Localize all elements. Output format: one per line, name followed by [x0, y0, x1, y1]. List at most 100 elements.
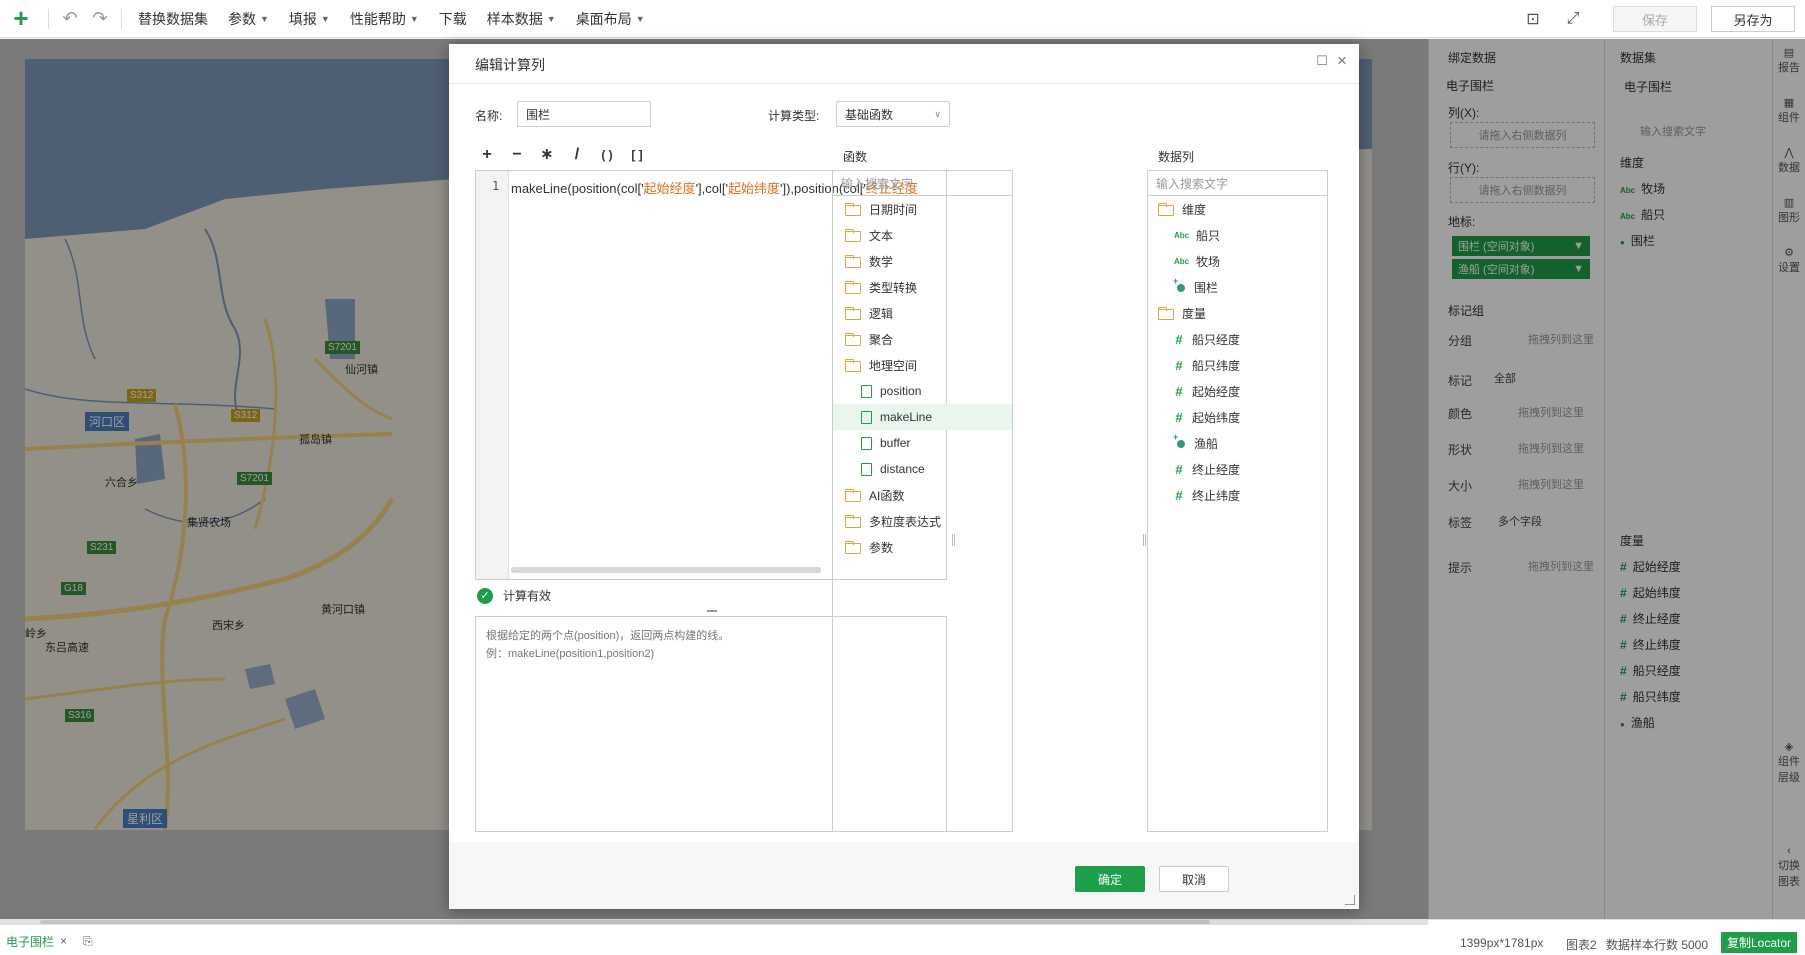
op-multiply-button[interactable]: ∗ [535, 144, 559, 166]
data-measure-item[interactable]: # 船只纬度 [1148, 352, 1327, 378]
data-folder[interactable]: 度量 [1148, 300, 1327, 326]
func-item[interactable]: position [833, 378, 1012, 404]
menu-perf-help[interactable]: 性能帮助 ▼ [340, 0, 429, 38]
function-search-input[interactable]: 输入搜索文字 [832, 170, 1013, 196]
maximize-icon[interactable]: ☐ [1315, 54, 1329, 68]
op-bracket-button[interactable]: [ ] [625, 144, 649, 166]
check-circle-icon: ✓ [477, 587, 493, 604]
function-file-icon [861, 462, 872, 476]
data-measure-item[interactable]: # 起始经度 [1148, 378, 1327, 404]
sheet-tab[interactable]: 电子围栏 × ⎘ [0, 928, 99, 954]
ok-button[interactable]: 确定 [1075, 866, 1145, 892]
func-folder[interactable]: 日期时间 [833, 196, 1012, 222]
undo-icon[interactable]: ↶ [55, 8, 85, 29]
func-folder[interactable]: 类型转换 [833, 274, 1012, 300]
menu-label: 样本数据 [486, 10, 543, 27]
data-item-label: 起始纬度 [1192, 410, 1241, 425]
data-measure-item[interactable]: # 终止经度 [1148, 456, 1327, 482]
menu-fill[interactable]: 填报 ▼ [279, 0, 340, 38]
save-button[interactable]: 保存 [1613, 6, 1697, 32]
copy-locator-button[interactable]: 复制Locator [1720, 932, 1797, 953]
func-folder[interactable]: 数学 [833, 248, 1012, 274]
pane-resizer[interactable] [952, 534, 955, 546]
op-paren-button[interactable]: ( ) [595, 144, 619, 166]
func-folder[interactable]: 文本 [833, 222, 1012, 248]
chevron-down-icon: ▼ [260, 13, 269, 24]
folder-label: 文本 [869, 228, 894, 243]
data-dim-item[interactable]: Abc 牧场 [1148, 248, 1327, 274]
canvas-size: 1399px*1781px [1460, 936, 1544, 950]
split-drag-handle[interactable] [707, 610, 717, 612]
op-plus-button[interactable]: + [475, 144, 499, 166]
data-item-label: 终止纬度 [1192, 488, 1241, 503]
close-icon[interactable]: × [1333, 52, 1351, 70]
op-divide-button[interactable]: / [565, 144, 589, 166]
fullscreen-icon[interactable]: ⤢ [1553, 10, 1593, 28]
calc-type-select[interactable]: 基础函数 ∨ [836, 101, 950, 127]
close-icon[interactable]: × [60, 934, 67, 948]
func-folder[interactable]: 参数 [833, 534, 1012, 560]
data-measure-item[interactable]: # 起始纬度 [1148, 404, 1327, 430]
func-folder[interactable]: 聚合 [833, 326, 1012, 352]
folder-open-icon [1158, 203, 1174, 216]
data-dim-item[interactable]: 围栏 [1148, 274, 1327, 300]
new-sheet-icon[interactable]: ⎘ [83, 934, 93, 949]
scroll-thumb[interactable] [40, 920, 1210, 924]
folder-icon [845, 229, 861, 242]
redo-icon[interactable]: ↷ [85, 8, 115, 29]
number-field-icon: # [1175, 383, 1183, 399]
menu-label: 下载 [438, 10, 467, 27]
name-input[interactable] [517, 101, 651, 127]
func-item[interactable]: buffer [833, 430, 1012, 456]
func-item[interactable]: distance [833, 456, 1012, 482]
toolbar-divider [48, 8, 49, 29]
add-icon[interactable]: + [0, 0, 42, 38]
chevron-down-icon: ▼ [409, 13, 419, 24]
folder-label: 参数 [869, 540, 894, 555]
menu-desktop-layout[interactable]: 桌面布局 ▼ [566, 0, 655, 38]
data-dim-item[interactable]: Abc 船只 [1148, 222, 1327, 248]
number-field-icon: # [1175, 409, 1183, 425]
folder-icon [845, 541, 861, 554]
op-minus-button[interactable]: − [505, 144, 529, 166]
data-measure-item[interactable]: 渔船 [1148, 430, 1327, 456]
chevron-down-icon: ∨ [934, 108, 941, 119]
code-string: 起始经度 [643, 181, 696, 196]
menu-params[interactable]: 参数 ▼ [218, 0, 279, 38]
folder-label: 维度 [1182, 202, 1207, 217]
save-as-button[interactable]: 另存为 [1711, 6, 1795, 32]
data-column-search-input[interactable]: 输入搜索文字 [1147, 170, 1328, 196]
menu-download[interactable]: 下载 [429, 0, 477, 38]
folder-label: 聚合 [869, 332, 894, 347]
folder-open-icon [845, 359, 861, 372]
data-measure-item[interactable]: # 船只经度 [1148, 326, 1327, 352]
editor-hscrollbar[interactable] [511, 567, 821, 573]
folder-label: 度量 [1182, 306, 1207, 321]
preview-icon[interactable]: ⊡ [1513, 9, 1553, 29]
folder-icon [845, 515, 861, 528]
func-folder[interactable]: 逻辑 [833, 300, 1012, 326]
resize-handle-icon[interactable] [1345, 895, 1355, 905]
edit-calc-column-dialog: 编辑计算列 ☐ × 名称: 计算类型: 基础函数 ∨ + − ∗ / ( ) [ … [449, 44, 1359, 909]
menu-label: 替换数据集 [138, 10, 208, 27]
data-item-label: 围栏 [1194, 280, 1219, 295]
folder-label: 地理空间 [869, 358, 918, 373]
data-measure-item[interactable]: # 终止纬度 [1148, 482, 1327, 508]
line-number: 1 [492, 179, 500, 193]
function-file-icon [861, 410, 872, 424]
data-folder[interactable]: 维度 [1148, 196, 1327, 222]
func-folder[interactable]: 多粒度表达式 [833, 508, 1012, 534]
func-folder[interactable]: 地理空间 [833, 352, 1012, 378]
menu-replace-dataset[interactable]: 替换数据集 [128, 0, 218, 38]
canvas-hscrollbar[interactable] [0, 919, 1428, 925]
code-string: 起始纬度 [727, 181, 780, 196]
function-list-title: 函数 [843, 150, 868, 164]
cancel-button[interactable]: 取消 [1159, 866, 1229, 892]
data-column-list: 维度 Abc 船只 Abc 牧场 围栏 度量 # 船只经度 # 船只纬度 # 起始经度 #… [1147, 196, 1328, 832]
func-folder[interactable]: AI函数 [833, 482, 1012, 508]
function-list: 日期时间 文本 数学 类型转换 逻辑 聚合 地理空间 position make… [832, 196, 1013, 832]
func-item-selected[interactable]: makeLine [833, 404, 1012, 430]
menu-sample-data[interactable]: 样本数据 ▼ [477, 0, 566, 38]
calc-type-label: 计算类型: [768, 109, 820, 123]
pane-resizer[interactable] [1143, 534, 1146, 546]
